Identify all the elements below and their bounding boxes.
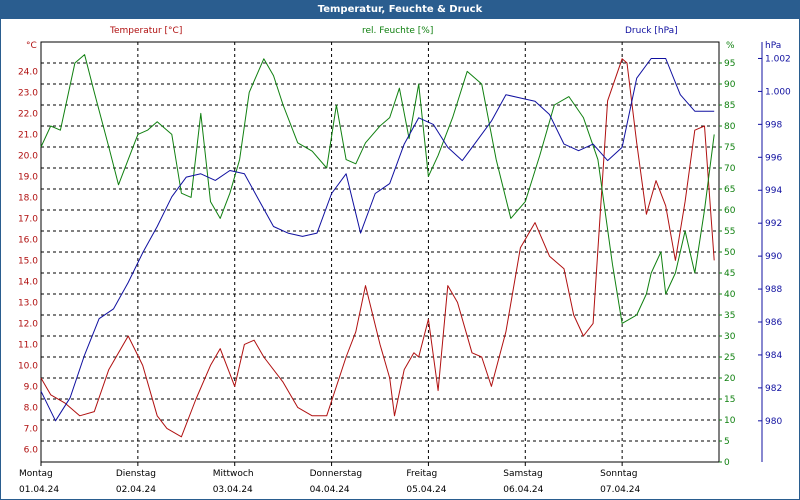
- temperature-tick-label: 11.0: [18, 340, 38, 350]
- temperature-tick-label: 9.0: [24, 382, 39, 392]
- pressure-axis-title: Druck [hPa]: [625, 26, 678, 36]
- humidity-tick-label: 25: [724, 353, 735, 363]
- humidity-tick-label: 20: [724, 374, 736, 384]
- humidity-tick-label: 85: [724, 101, 735, 111]
- pressure-tick-label: 1.000: [765, 87, 791, 97]
- humidity-tick-label: 95: [724, 59, 735, 69]
- temperature-unit: °C: [26, 41, 37, 51]
- pressure-unit: hPa: [765, 41, 781, 51]
- humidity-tick-label: 90: [724, 80, 736, 90]
- humidity-tick-label: 65: [724, 185, 735, 195]
- chart-svg: 6.0 7.0 8.0 9.0 10.0 11.0 12.0 13.0 14.0 15.0 16.0…: [18, 26, 791, 495]
- temperature-tick-label: 18.0: [18, 193, 38, 203]
- temperature-tick-label: 15.0: [18, 256, 38, 266]
- temperature-tick-label: 23.0: [18, 88, 38, 98]
- humidity-tick-label: 45: [724, 269, 735, 279]
- temperature-axis-title: Temperatur [°C]: [109, 26, 182, 36]
- temperature-tick-label: 10.0: [18, 361, 38, 371]
- temperature-tick-label: 6.0: [24, 445, 39, 455]
- pressure-tick-label: 1.002: [765, 54, 791, 64]
- temperature-series-line: [40, 58, 715, 438]
- day-label: Mittwoch: [213, 469, 254, 479]
- date-label: 05.04.24: [406, 485, 446, 495]
- date-label: 04.04.24: [310, 485, 350, 495]
- day-label: Freitag: [406, 469, 437, 479]
- date-label: 02.04.24: [116, 485, 156, 495]
- temperature-tick-label: 22.0: [18, 109, 38, 119]
- day-label: Samstag: [503, 469, 542, 479]
- humidity-tick-label: 10: [724, 416, 736, 426]
- day-label: Dienstag: [116, 469, 156, 479]
- temperature-tick-label: 8.0: [24, 403, 39, 413]
- temperature-tick-label: 16.0: [18, 235, 38, 245]
- day-label: Donnerstag: [310, 469, 363, 479]
- humidity-tick-label: 50: [724, 248, 736, 258]
- pressure-tick-label: 982: [765, 384, 782, 394]
- date-label: 06.04.24: [503, 485, 543, 495]
- humidity-tick-label: 30: [724, 332, 736, 342]
- pressure-tick-label: 986: [765, 318, 782, 328]
- pressure-tick-label: 992: [765, 219, 782, 229]
- pressure-tick-label: 984: [765, 351, 782, 361]
- pressure-tick-label: 980: [765, 417, 782, 427]
- humidity-tick-label: 55: [724, 227, 735, 237]
- humidity-unit: %: [726, 41, 735, 51]
- humidity-tick-label: 0: [724, 458, 730, 468]
- date-label: 07.04.24: [600, 485, 640, 495]
- humidity-tick-label: 5: [724, 437, 730, 447]
- temperature-tick-label: 17.0: [18, 214, 38, 224]
- temperature-tick-label: 7.0: [24, 424, 39, 434]
- temperature-tick-label: 20.0: [18, 151, 38, 161]
- humidity-tick-label: 75: [724, 143, 735, 153]
- pressure-tick-label: 990: [765, 252, 782, 262]
- temperature-tick-label: 14.0: [18, 277, 38, 287]
- pressure-tick-label: 996: [765, 153, 782, 163]
- humidity-axis-title: rel. Feuchte [%]: [362, 26, 433, 36]
- humidity-tick-label: 60: [724, 206, 736, 216]
- humidity-tick-label: 70: [724, 164, 736, 174]
- day-label: Sonntag: [600, 469, 637, 479]
- temperature-tick-label: 24.0: [18, 67, 38, 77]
- temperature-tick-label: 19.0: [18, 172, 38, 182]
- pressure-series-line: [40, 58, 715, 422]
- date-label: 01.04.24: [19, 485, 59, 495]
- series: [40, 54, 715, 438]
- pressure-tick-label: 988: [765, 285, 782, 295]
- pressure-tick-label: 994: [765, 186, 782, 196]
- temperature-tick-label: 12.0: [18, 319, 38, 329]
- temperature-tick-label: 21.0: [18, 130, 38, 140]
- humidity-tick-label: 80: [724, 122, 736, 132]
- date-label: 03.04.24: [213, 485, 253, 495]
- humidity-tick-label: 40: [724, 290, 736, 300]
- pressure-tick-label: 998: [765, 120, 782, 130]
- humidity-tick-label: 35: [724, 311, 735, 321]
- day-label: Montag: [19, 469, 53, 479]
- temperature-tick-label: 13.0: [18, 298, 38, 308]
- humidity-tick-label: 15: [724, 395, 735, 405]
